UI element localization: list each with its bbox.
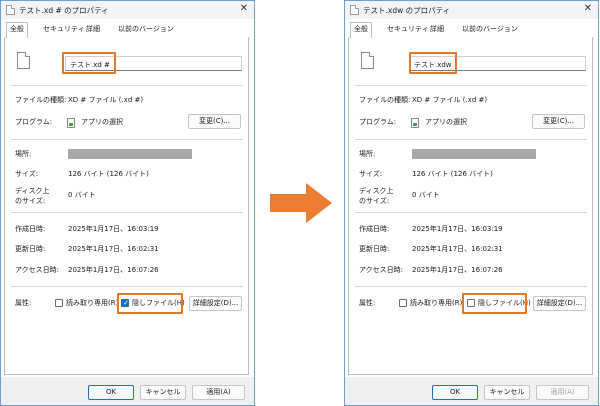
divider: [11, 139, 243, 140]
hidden-checkbox[interactable]: 隠しファイル(H): [467, 298, 531, 309]
program-label: プログラム:: [359, 118, 397, 126]
filename-input[interactable]: テスト.xd #: [65, 56, 242, 71]
filename-input[interactable]: テスト.xdw: [409, 56, 586, 71]
arrow-right-icon: [270, 183, 332, 223]
filetype-label: ファイルの種類:: [15, 96, 67, 104]
divider: [11, 286, 243, 287]
location-value-redacted: [68, 149, 192, 159]
ok-button[interactable]: OK: [88, 385, 134, 400]
footer: OK キャンセル 適用(A): [345, 377, 598, 405]
tab-details[interactable]: 詳細: [427, 23, 447, 37]
divider: [355, 139, 587, 140]
file-icon: [361, 52, 374, 69]
app-icon: [67, 118, 75, 128]
divider: [355, 212, 587, 213]
apply-button: 適用(A): [536, 385, 589, 400]
hidden-checkbox[interactable]: ✓ 隠しファイル(H): [121, 298, 185, 309]
filetype-value: XD # ファイル (.xd #): [68, 96, 144, 104]
divider: [355, 286, 587, 287]
tab-strip: 全般 セキュリティ 詳細 以前のバージョン: [348, 22, 588, 38]
program-value: アプリの選択: [81, 118, 123, 126]
file-icon: [350, 5, 359, 15]
accessed-value: 2025年1月17日、16:07:26: [68, 266, 159, 274]
cancel-button[interactable]: キャンセル: [140, 385, 186, 400]
change-button[interactable]: 変更(C)...: [188, 114, 241, 129]
tab-general[interactable]: 全般: [350, 22, 372, 38]
disk-size-label-line2: のサイズ:: [15, 197, 46, 205]
tab-previous-versions[interactable]: 以前のバージョン: [459, 23, 521, 37]
tab-details[interactable]: 詳細: [83, 23, 103, 37]
readonly-checkbox-label: 読み取り専用(R): [410, 299, 463, 307]
general-panel: [348, 37, 593, 375]
divider: [11, 85, 243, 86]
ok-button[interactable]: OK: [432, 385, 478, 400]
apply-button[interactable]: 適用(A): [192, 385, 245, 400]
size-value: 126 バイト (126 バイト): [68, 170, 149, 178]
created-value: 2025年1月17日、16:03:19: [412, 225, 503, 233]
hidden-checkbox-label: 隠しファイル(H): [478, 299, 531, 307]
tab-general[interactable]: 全般: [6, 22, 28, 38]
readonly-checkbox[interactable]: 読み取り専用(R): [399, 298, 463, 309]
created-value: 2025年1月17日、16:03:19: [68, 225, 159, 233]
location-value-redacted: [412, 149, 536, 159]
size-label: サイズ:: [15, 170, 39, 178]
program-label: プログラム:: [15, 118, 53, 126]
change-button[interactable]: 変更(C)...: [532, 114, 585, 129]
general-panel: [4, 37, 249, 375]
modified-label: 更新日時:: [359, 245, 390, 253]
window-title: テスト.xd # のプロパティ: [19, 6, 109, 15]
hidden-checkbox-label: 隠しファイル(H): [132, 299, 185, 307]
location-label: 場所:: [359, 150, 376, 158]
footer: OK キャンセル 適用(A): [1, 377, 254, 405]
properties-dialog-after: テスト.xdw のプロパティ ✕ 全般 セキュリティ 詳細 以前のバージョン テ…: [344, 0, 599, 406]
file-icon: [17, 52, 30, 69]
modified-label: 更新日時:: [15, 245, 46, 253]
divider: [11, 212, 243, 213]
created-label: 作成日時:: [359, 225, 390, 233]
accessed-label: アクセス日時:: [359, 266, 404, 274]
window-title: テスト.xdw のプロパティ: [363, 6, 451, 15]
tab-strip: 全般 セキュリティ 詳細 以前のバージョン: [4, 22, 244, 38]
attributes-label: 属性:: [359, 299, 376, 307]
advanced-button[interactable]: 詳細設定(D)...: [189, 296, 242, 311]
location-label: 場所:: [15, 150, 32, 158]
filetype-label: ファイルの種類:: [359, 96, 411, 104]
hidden-checkbox-box[interactable]: [467, 299, 475, 307]
divider: [355, 85, 587, 86]
attributes-label: 属性:: [15, 299, 32, 307]
readonly-checkbox-box[interactable]: [399, 299, 407, 307]
close-icon[interactable]: ✕: [584, 4, 592, 14]
advanced-button[interactable]: 詳細設定(D)...: [533, 296, 586, 311]
readonly-checkbox-label: 読み取り専用(R): [66, 299, 119, 307]
check-icon: ✓: [123, 299, 129, 307]
hidden-checkbox-box[interactable]: ✓: [121, 299, 129, 307]
disk-size-label-line2: のサイズ:: [359, 197, 390, 205]
program-value: アプリの選択: [425, 118, 467, 126]
file-icon: [6, 5, 15, 15]
size-label: サイズ:: [359, 170, 383, 178]
filetype-value: XD # ファイル (.xd #): [412, 96, 488, 104]
accessed-label: アクセス日時:: [15, 266, 60, 274]
disk-size-label-line1: ディスク上: [359, 187, 394, 195]
created-label: 作成日時:: [15, 225, 46, 233]
modified-value: 2025年1月17日、16:02:31: [412, 245, 503, 253]
properties-dialog-before: テスト.xd # のプロパティ ✕ 全般 セキュリティ 詳細 以前のバージョン …: [0, 0, 255, 406]
size-value: 126 バイト (126 バイト): [412, 170, 493, 178]
title-bar: テスト.xd # のプロパティ ✕: [1, 1, 254, 19]
accessed-value: 2025年1月17日、16:07:26: [412, 266, 503, 274]
readonly-checkbox-box[interactable]: [55, 299, 63, 307]
disk-size-value: 0 バイト: [68, 191, 96, 199]
app-icon: [411, 118, 419, 128]
title-bar: テスト.xdw のプロパティ ✕: [345, 1, 598, 19]
close-icon[interactable]: ✕: [240, 4, 248, 14]
cancel-button[interactable]: キャンセル: [484, 385, 530, 400]
disk-size-label-line1: ディスク上: [15, 187, 50, 195]
disk-size-value: 0 バイト: [412, 191, 440, 199]
modified-value: 2025年1月17日、16:02:31: [68, 245, 159, 253]
readonly-checkbox[interactable]: 読み取り専用(R): [55, 298, 119, 309]
tab-security[interactable]: セキュリティ: [384, 23, 432, 37]
tab-previous-versions[interactable]: 以前のバージョン: [115, 23, 177, 37]
tab-security[interactable]: セキュリティ: [40, 23, 88, 37]
